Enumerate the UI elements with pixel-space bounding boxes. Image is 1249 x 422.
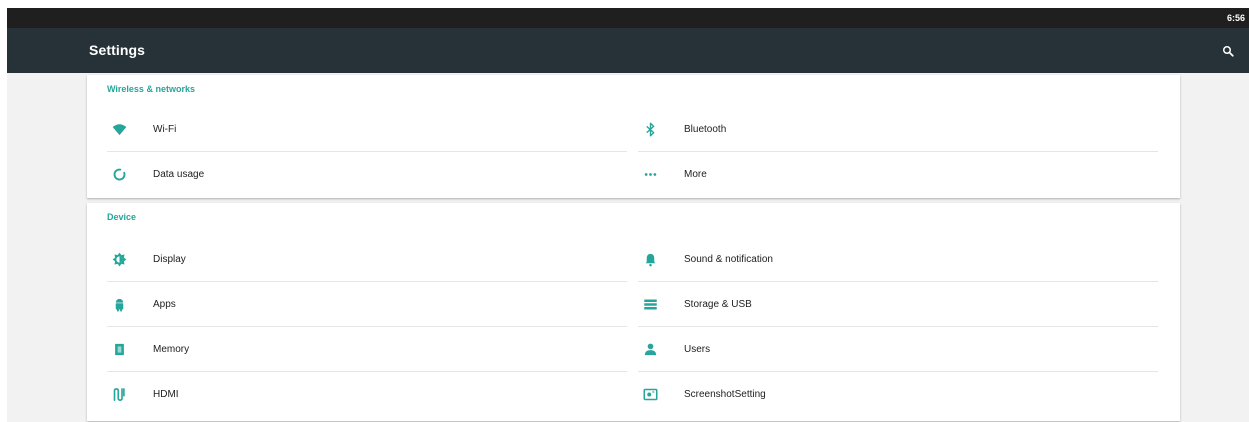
setting-item-users[interactable]: Users: [638, 327, 1158, 372]
setting-label-bluetooth: Bluetooth: [684, 123, 727, 135]
setting-item-more[interactable]: More: [638, 152, 1158, 197]
setting-label-hdmi: HDMI: [153, 389, 179, 400]
settings-content: Wireless & networks Wi-Fi Bluetooth Data…: [7, 73, 1249, 422]
wifi-icon: [110, 120, 128, 138]
setting-label-screenshot-setting: ScreenshotSetting: [684, 389, 766, 400]
setting-item-sound-notification[interactable]: Sound & notification: [638, 237, 1158, 282]
person-icon: [641, 340, 659, 358]
bluetooth-icon: [641, 120, 659, 138]
display-icon: [110, 250, 128, 268]
setting-item-memory[interactable]: Memory: [107, 327, 627, 372]
bell-icon: [641, 250, 659, 268]
section-header-wireless: Wireless & networks: [107, 84, 195, 94]
device-card: Device Display Sound & notification Apps: [87, 203, 1180, 421]
setting-label-memory: Memory: [153, 343, 190, 355]
search-icon: [1223, 46, 1234, 57]
setting-label-data-usage: Data usage: [153, 169, 205, 180]
setting-label-more: More: [684, 169, 707, 180]
setting-label-apps: Apps: [153, 298, 176, 310]
data-usage-icon: [110, 166, 128, 184]
more-icon: [641, 166, 659, 184]
screenshot-icon: [641, 386, 659, 404]
hdmi-icon: [110, 386, 128, 404]
setting-item-apps[interactable]: Apps: [107, 282, 627, 327]
setting-item-hdmi[interactable]: HDMI: [107, 372, 627, 417]
setting-label-storage-usb: Storage & USB: [684, 298, 752, 310]
setting-label-sound-notification: Sound & notification: [684, 253, 773, 265]
app-bar: Settings: [7, 28, 1249, 73]
setting-label-display: Display: [153, 253, 186, 265]
setting-label-users: Users: [684, 343, 711, 355]
setting-item-display[interactable]: Display: [107, 237, 627, 282]
setting-item-screenshot-setting[interactable]: ScreenshotSetting: [638, 372, 1158, 417]
memory-icon: [110, 340, 128, 358]
storage-icon: [641, 295, 659, 313]
page-title: Settings: [89, 42, 146, 58]
section-header-device: Device: [107, 212, 137, 222]
android-icon: [110, 295, 128, 313]
setting-item-wifi[interactable]: Wi-Fi: [107, 107, 627, 152]
setting-item-storage-usb[interactable]: Storage & USB: [638, 282, 1158, 327]
wireless-networks-card: Wireless & networks Wi-Fi Bluetooth Data…: [87, 75, 1180, 198]
status-bar: 6:56: [7, 8, 1249, 28]
setting-item-bluetooth[interactable]: Bluetooth: [638, 107, 1158, 152]
setting-item-data-usage[interactable]: Data usage: [107, 152, 627, 197]
status-time: 6:56: [1226, 13, 1245, 23]
setting-label-wifi: Wi-Fi: [153, 123, 177, 135]
search-button[interactable]: [1217, 40, 1239, 62]
